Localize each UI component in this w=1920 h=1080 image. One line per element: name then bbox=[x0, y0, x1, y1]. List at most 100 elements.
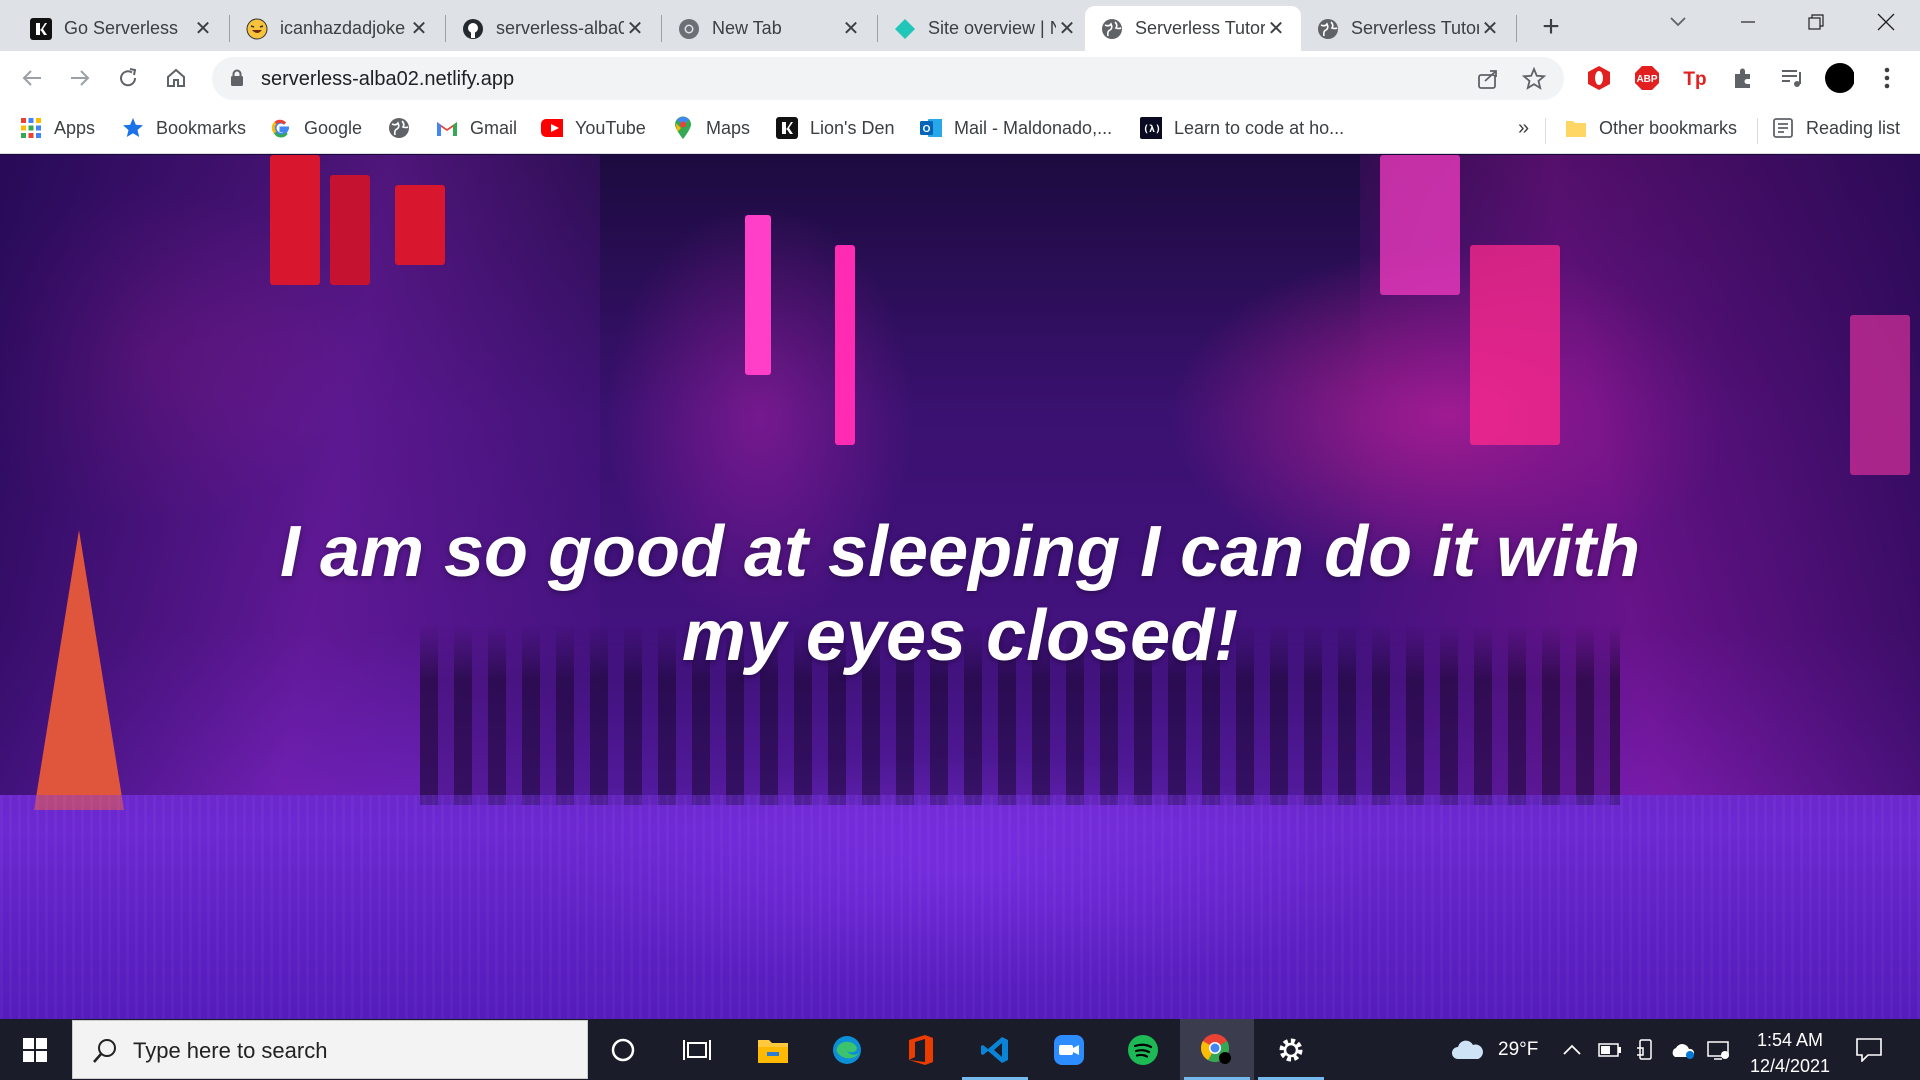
bookmarks-divider bbox=[1545, 118, 1546, 144]
globe-icon bbox=[1101, 18, 1123, 40]
tab-strip: Go Serverless ✕ icanhazdadjoke ✕ serverl… bbox=[0, 0, 1920, 51]
bookmark-bookmarks[interactable]: Bookmarks bbox=[122, 117, 246, 139]
lock-icon[interactable] bbox=[230, 69, 244, 87]
show-hidden-icons-button[interactable] bbox=[1562, 1019, 1582, 1080]
youtube-icon bbox=[541, 117, 563, 139]
home-button[interactable] bbox=[159, 61, 193, 95]
joke-text: I am so good at sleeping I can do it wit… bbox=[279, 512, 1641, 676]
windows-taskbar: Type here to search 29°F 1:54 AM 12/4/20… bbox=[0, 1019, 1920, 1080]
close-icon[interactable]: ✕ bbox=[192, 16, 214, 41]
task-view-button[interactable] bbox=[660, 1019, 734, 1080]
tab-title: Site overview | Netlify bbox=[928, 18, 1056, 38]
system-clock[interactable]: 1:54 AM 12/4/2021 bbox=[1740, 1027, 1840, 1079]
bookmark-label: Maps bbox=[706, 117, 751, 138]
settings-app[interactable] bbox=[1254, 1019, 1328, 1080]
tab-new-tab[interactable]: New Tab ✕ bbox=[662, 6, 876, 51]
profile-avatar[interactable] bbox=[1824, 63, 1854, 93]
close-window-button[interactable] bbox=[1852, 0, 1920, 44]
weather-widget[interactable]: 29°F bbox=[1450, 1019, 1538, 1080]
bookmark-youtube[interactable]: YouTube bbox=[541, 117, 646, 139]
close-icon[interactable]: ✕ bbox=[1479, 16, 1501, 41]
bookmark-other-bookmarks[interactable]: Other bookmarks bbox=[1565, 117, 1737, 139]
lions-den-icon bbox=[30, 17, 52, 40]
svg-text:ABP: ABP bbox=[1636, 74, 1657, 85]
network-indicator[interactable] bbox=[1706, 1019, 1732, 1080]
tab-netlify-site-overview[interactable]: Site overview | Netlify ✕ bbox=[878, 6, 1092, 51]
bookmark-apps[interactable]: Apps bbox=[20, 117, 95, 139]
close-icon[interactable]: ✕ bbox=[408, 16, 430, 41]
bookmark-gmail[interactable]: Gmail bbox=[436, 117, 517, 139]
maps-pin-icon bbox=[672, 116, 694, 139]
bookmark-star-icon[interactable] bbox=[1520, 65, 1548, 93]
edge-icon bbox=[833, 1035, 861, 1064]
minimize-button[interactable] bbox=[1714, 0, 1782, 44]
zoom-app[interactable] bbox=[1032, 1019, 1106, 1080]
cortana-button[interactable] bbox=[586, 1019, 660, 1080]
reading-list-button[interactable]: Reading list bbox=[1772, 117, 1900, 139]
spotify-app[interactable] bbox=[1106, 1019, 1180, 1080]
opera-extension-icon[interactable] bbox=[1584, 63, 1614, 93]
battery-indicator[interactable] bbox=[1598, 1019, 1622, 1080]
taskbar-search-box[interactable]: Type here to search bbox=[72, 1020, 588, 1079]
office-app[interactable] bbox=[884, 1019, 958, 1080]
bookmark-label: YouTube bbox=[575, 117, 646, 138]
cloud-icon bbox=[1452, 1040, 1483, 1059]
bookmark-outlook-mail[interactable]: O Mail - Maldonado,... bbox=[920, 117, 1112, 139]
search-icon bbox=[93, 1039, 116, 1063]
tab-icanhazdadjoke[interactable]: icanhazdadjoke ✕ bbox=[230, 6, 444, 51]
vscode-app[interactable] bbox=[958, 1019, 1032, 1080]
device-indicator[interactable] bbox=[1636, 1019, 1656, 1080]
arrow-left-icon bbox=[22, 70, 41, 86]
neon-sign bbox=[835, 245, 855, 445]
onedrive-cloud-icon bbox=[1672, 1043, 1695, 1059]
bookmark-globe[interactable] bbox=[388, 117, 422, 139]
restore-button[interactable] bbox=[1782, 0, 1850, 44]
media-queue-icon[interactable] bbox=[1776, 63, 1806, 93]
tab-serverless-tutorial-active[interactable]: Serverless Tutorial ✕ bbox=[1085, 6, 1301, 51]
address-bar[interactable]: serverless-alba02.netlify.app bbox=[212, 57, 1564, 100]
onedrive-indicator[interactable] bbox=[1670, 1019, 1696, 1080]
share-icon[interactable] bbox=[1474, 65, 1502, 93]
home-icon bbox=[167, 68, 185, 87]
lions-den-icon bbox=[776, 117, 798, 139]
adblock-plus-icon[interactable]: ABP bbox=[1632, 63, 1662, 93]
bookmark-google[interactable]: Google bbox=[270, 117, 362, 139]
back-button[interactable] bbox=[15, 61, 49, 95]
neon-sign bbox=[1470, 245, 1560, 445]
folder-icon bbox=[758, 1039, 788, 1063]
tp-extension-icon[interactable]: Tp bbox=[1680, 63, 1710, 93]
forward-button[interactable] bbox=[63, 61, 97, 95]
arrow-right-icon bbox=[71, 70, 90, 86]
minimize-icon bbox=[1741, 21, 1755, 23]
tab-serverless-tutorial[interactable]: Serverless Tutorial ✕ bbox=[1301, 6, 1515, 51]
new-tab-button[interactable]: + bbox=[1536, 10, 1566, 44]
tab-go-serverless[interactable]: Go Serverless ✕ bbox=[14, 6, 228, 51]
netlify-icon bbox=[894, 18, 916, 40]
menu-kebab-icon[interactable] bbox=[1872, 63, 1902, 93]
tab-search-button[interactable] bbox=[1644, 0, 1712, 44]
bookmark-maps[interactable]: Maps bbox=[672, 116, 751, 139]
url-text[interactable]: serverless-alba02.netlify.app bbox=[261, 68, 514, 91]
bookmark-label: Apps bbox=[54, 117, 96, 138]
close-icon[interactable]: ✕ bbox=[624, 16, 646, 41]
start-button[interactable] bbox=[0, 1019, 70, 1080]
reload-button[interactable] bbox=[111, 61, 145, 95]
notifications-button[interactable] bbox=[1856, 1019, 1882, 1080]
file-explorer-app[interactable] bbox=[736, 1019, 810, 1080]
svg-text:(λ): (λ) bbox=[1143, 124, 1161, 135]
gear-icon bbox=[1279, 1038, 1303, 1061]
close-icon[interactable]: ✕ bbox=[840, 16, 862, 41]
close-icon[interactable]: ✕ bbox=[1056, 16, 1078, 41]
tab-title: serverless-alba02 bbox=[496, 18, 624, 38]
svg-text:Tp: Tp bbox=[1683, 69, 1706, 90]
tab-github-repo[interactable]: serverless-alba02 ✕ bbox=[446, 6, 660, 51]
chrome-app[interactable] bbox=[1180, 1019, 1254, 1080]
bookmark-lions-den[interactable]: Lion's Den bbox=[776, 117, 895, 139]
chrome-icon bbox=[1201, 1033, 1231, 1064]
close-icon[interactable]: ✕ bbox=[1265, 16, 1287, 41]
bookmarks-overflow-chevron[interactable]: » bbox=[1518, 117, 1529, 140]
svg-text:O: O bbox=[923, 124, 931, 135]
bookmark-freecodecamp[interactable]: (λ) Learn to code at ho... bbox=[1140, 117, 1344, 139]
puzzle-extensions-icon[interactable] bbox=[1728, 63, 1758, 93]
edge-app[interactable] bbox=[810, 1019, 884, 1080]
